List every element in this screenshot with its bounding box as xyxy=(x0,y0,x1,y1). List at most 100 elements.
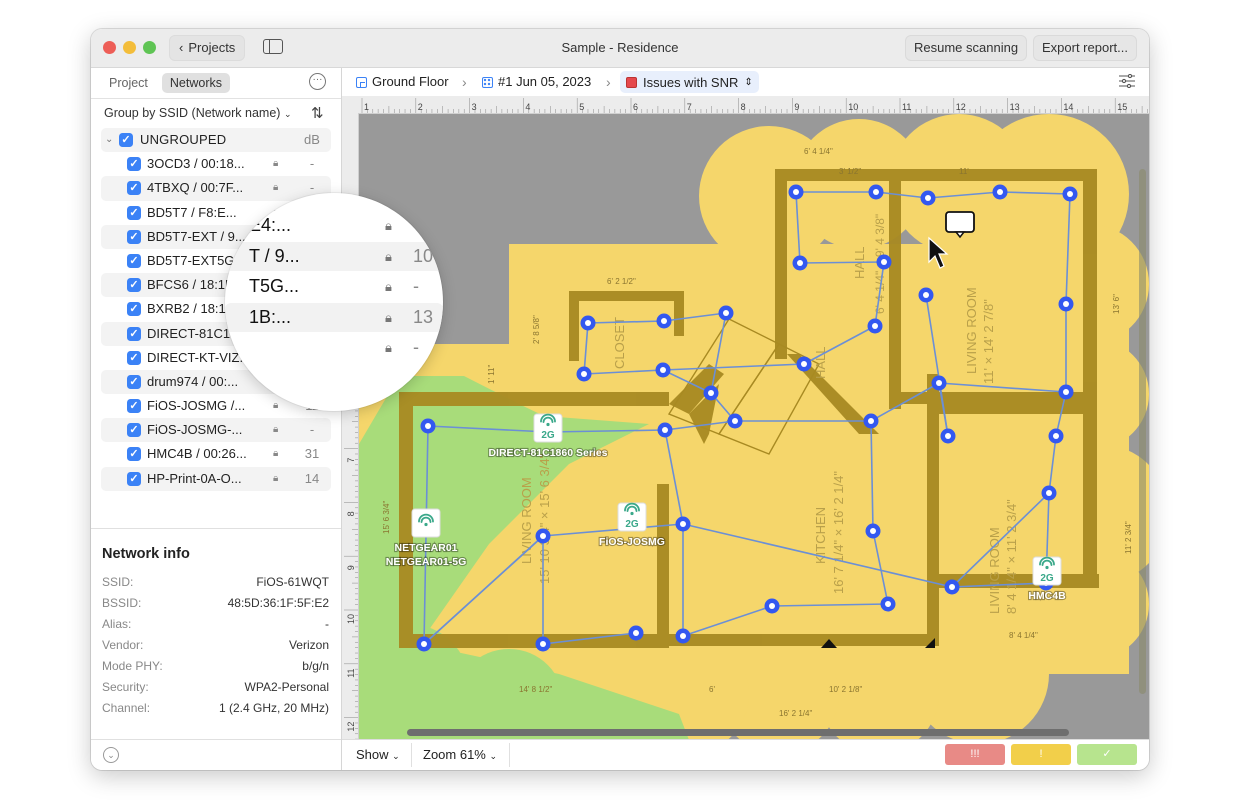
sort-icon[interactable]: ⇅ xyxy=(311,104,324,122)
scan-point[interactable] xyxy=(867,318,883,334)
scan-point[interactable] xyxy=(628,625,644,641)
tab-project[interactable]: Project xyxy=(101,73,156,93)
minimize-window-button[interactable] xyxy=(123,41,136,54)
zoom-window-button[interactable] xyxy=(143,41,156,54)
breadcrumb-scan[interactable]: #1 Jun 05, 2023 xyxy=(482,68,591,96)
chevron-down-icon[interactable]: ⌄ xyxy=(105,128,113,152)
network-checkbox[interactable]: ✓ xyxy=(127,229,141,244)
scan-point[interactable] xyxy=(863,413,879,429)
scan-point[interactable] xyxy=(535,528,551,544)
show-label: Show xyxy=(356,747,389,762)
magnified-db: - xyxy=(413,276,419,296)
magnified-name: T / 9... xyxy=(249,245,300,266)
group-by-dropdown[interactable]: Group by SSID (Network name) ⌄ xyxy=(104,106,291,120)
scan-point[interactable] xyxy=(1048,428,1064,444)
scan-point[interactable] xyxy=(1058,296,1074,312)
network-checkbox[interactable]: ✓ xyxy=(127,278,141,293)
network-checkbox[interactable]: ✓ xyxy=(127,181,141,196)
filter-settings-icon[interactable] xyxy=(1119,74,1135,88)
back-label: Projects xyxy=(188,40,236,55)
network-checkbox[interactable]: ✓ xyxy=(127,423,141,438)
visualization-selector[interactable]: Issues with SNR ⇕ xyxy=(620,71,759,93)
legend-good-button[interactable]: ✓ xyxy=(1077,744,1137,765)
network-row[interactable]: ✓ FiOS-JOSMG-... 🔒︎ - xyxy=(101,418,331,443)
network-row[interactable]: ✓ HP-Print-0A-O... 🔒︎ 14 xyxy=(101,466,331,491)
scan-point[interactable] xyxy=(1041,485,1057,501)
svg-text:16' 2 1/4": 16' 2 1/4" xyxy=(779,709,812,718)
info-key: BSSID: xyxy=(102,596,142,610)
scan-point[interactable] xyxy=(944,579,960,595)
svg-text:6' 2 1/2": 6' 2 1/2" xyxy=(607,277,636,286)
back-to-projects-button[interactable]: ‹ Projects xyxy=(169,35,246,61)
scan-point[interactable] xyxy=(655,362,671,378)
scan-icon xyxy=(482,76,493,88)
scan-point[interactable] xyxy=(416,636,432,652)
network-checkbox[interactable]: ✓ xyxy=(127,205,141,220)
chevron-circle-down-icon[interactable]: ⌄ xyxy=(103,747,119,763)
network-checkbox[interactable]: ✓ xyxy=(127,471,141,486)
scan-point[interactable] xyxy=(675,628,691,644)
info-value: - xyxy=(325,617,329,631)
access-point[interactable]: 2G HMC4B xyxy=(1027,556,1067,603)
scan-point[interactable] xyxy=(931,375,947,391)
network-checkbox[interactable]: ✓ xyxy=(127,374,141,389)
network-checkbox[interactable]: ✓ xyxy=(127,350,141,365)
scan-point[interactable] xyxy=(876,254,892,270)
zoom-dropdown[interactable]: Zoom 61% ⌄ xyxy=(423,740,497,770)
network-checkbox[interactable]: ✓ xyxy=(127,326,141,341)
scan-point[interactable] xyxy=(796,356,812,372)
scan-point[interactable] xyxy=(656,313,672,329)
info-key: Mode PHY: xyxy=(102,659,163,673)
info-value: Verizon xyxy=(288,638,329,652)
horizontal-scrollbar[interactable] xyxy=(407,729,1069,736)
group-checkbox[interactable]: ✓ xyxy=(119,133,133,147)
network-row[interactable]: ✓ HMC4B / 00:26... 🔒︎ 31 xyxy=(101,442,331,466)
network-checkbox[interactable]: ✓ xyxy=(127,447,141,462)
show-dropdown[interactable]: Show ⌄ xyxy=(356,740,400,770)
scan-point[interactable] xyxy=(718,305,734,321)
scan-point[interactable] xyxy=(880,596,896,612)
network-row[interactable]: ✓ 4TBXQ / 00:7F... 🔒︎ - xyxy=(101,176,331,201)
scan-point[interactable] xyxy=(792,255,808,271)
sidebar-toggle-icon[interactable] xyxy=(263,39,283,54)
scan-point[interactable] xyxy=(535,636,551,652)
lock-icon: 🔒︎ xyxy=(385,309,392,325)
more-options-icon[interactable]: ··· xyxy=(309,73,326,90)
scan-point[interactable] xyxy=(703,385,719,401)
scan-point[interactable] xyxy=(675,516,691,532)
ruler-tick-label: 3 xyxy=(472,102,477,112)
scan-point[interactable] xyxy=(727,413,743,429)
network-checkbox[interactable]: ✓ xyxy=(127,399,141,414)
resume-scanning-button[interactable]: Resume scanning xyxy=(905,35,1028,61)
group-row[interactable]: ⌄ ✓ UNGROUPED dB xyxy=(101,128,331,153)
scan-point[interactable] xyxy=(865,523,881,539)
scan-point[interactable] xyxy=(1062,186,1078,202)
scan-point[interactable] xyxy=(1058,384,1074,400)
export-report-button[interactable]: Export report... xyxy=(1033,35,1137,61)
vertical-scrollbar[interactable] xyxy=(1139,169,1146,694)
scan-point[interactable] xyxy=(940,428,956,444)
scan-point[interactable] xyxy=(657,422,673,438)
scan-point[interactable] xyxy=(868,184,884,200)
scan-point[interactable] xyxy=(764,598,780,614)
legend-warning-button[interactable]: ! xyxy=(1011,744,1071,765)
network-checkbox[interactable]: ✓ xyxy=(127,157,141,172)
network-checkbox[interactable]: ✓ xyxy=(127,302,141,317)
scan-point[interactable] xyxy=(788,184,804,200)
magnified-name: 1B:... xyxy=(249,306,292,327)
scan-point[interactable] xyxy=(918,287,934,303)
scan-point[interactable] xyxy=(920,190,936,206)
lock-icon: 🔒︎ xyxy=(273,182,279,194)
scan-point[interactable] xyxy=(580,315,596,331)
legend-critical-button[interactable]: !!! xyxy=(945,744,1005,765)
close-window-button[interactable] xyxy=(103,41,116,54)
scan-point[interactable] xyxy=(420,418,436,434)
scan-point[interactable] xyxy=(576,366,592,382)
breadcrumb-floor[interactable]: Ground Floor xyxy=(356,68,449,96)
network-row[interactable]: ✓ 3OCD3 / 00:18... 🔒︎ - xyxy=(101,152,331,176)
network-checkbox[interactable]: ✓ xyxy=(127,253,141,268)
svg-text:6': 6' xyxy=(709,685,715,694)
floor-plan-canvas[interactable]: LIVING ROOM 15' 10 3/4" × 15' 6 3/4" KIT… xyxy=(359,114,1149,740)
scan-point[interactable] xyxy=(992,184,1008,200)
tab-networks[interactable]: Networks xyxy=(161,73,230,93)
